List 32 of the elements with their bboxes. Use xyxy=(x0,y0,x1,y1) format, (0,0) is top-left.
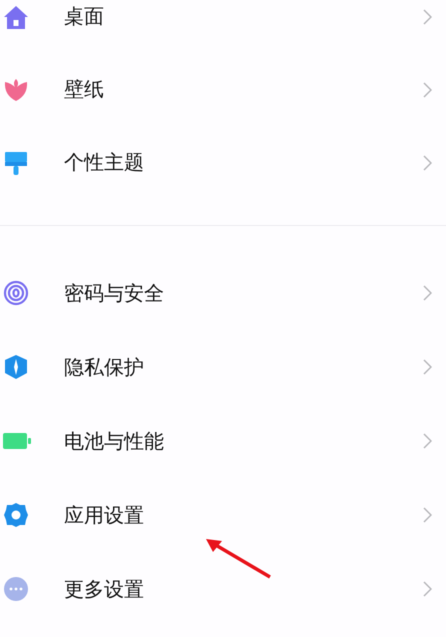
item-label: 桌面 xyxy=(64,3,105,30)
chevron-icon xyxy=(423,154,432,170)
chevron-icon xyxy=(423,8,432,24)
chevron-icon xyxy=(423,285,432,301)
chevron-icon xyxy=(423,82,432,98)
settings-item[interactable]: 电池与性能 xyxy=(0,404,446,478)
item-label: 密码与安全 xyxy=(64,280,165,306)
paint-brush-icon xyxy=(3,150,29,176)
settings-item[interactable]: 密码与安全 xyxy=(0,256,446,330)
chevron-icon xyxy=(423,581,432,597)
chevron-icon xyxy=(423,433,432,449)
item-label: 壁纸 xyxy=(64,76,105,103)
settings-item[interactable]: 个性主题 xyxy=(0,126,446,199)
more-icon xyxy=(3,576,29,602)
item-label: 更多设置 xyxy=(64,576,145,602)
settings-item[interactable]: 更多设置 xyxy=(0,552,446,626)
item-label: 隐私保护 xyxy=(64,354,145,380)
settings-item[interactable]: 桌面 xyxy=(0,0,446,53)
item-label: 应用设置 xyxy=(64,502,145,528)
settings-item[interactable]: 应用设置 xyxy=(0,478,446,552)
tulip-icon xyxy=(3,76,29,102)
item-label: 电池与性能 xyxy=(64,428,165,454)
settings-icon xyxy=(3,502,29,528)
chevron-icon xyxy=(423,359,432,375)
fingerprint-icon xyxy=(3,280,29,306)
settings-item[interactable]: 壁纸 xyxy=(0,53,446,126)
shield-icon xyxy=(3,354,29,380)
chevron-icon xyxy=(423,507,432,523)
battery-icon xyxy=(3,432,31,450)
item-label: 个性主题 xyxy=(64,149,145,176)
settings-item[interactable]: 隐私保护 xyxy=(0,330,446,404)
house-icon xyxy=(3,4,29,30)
